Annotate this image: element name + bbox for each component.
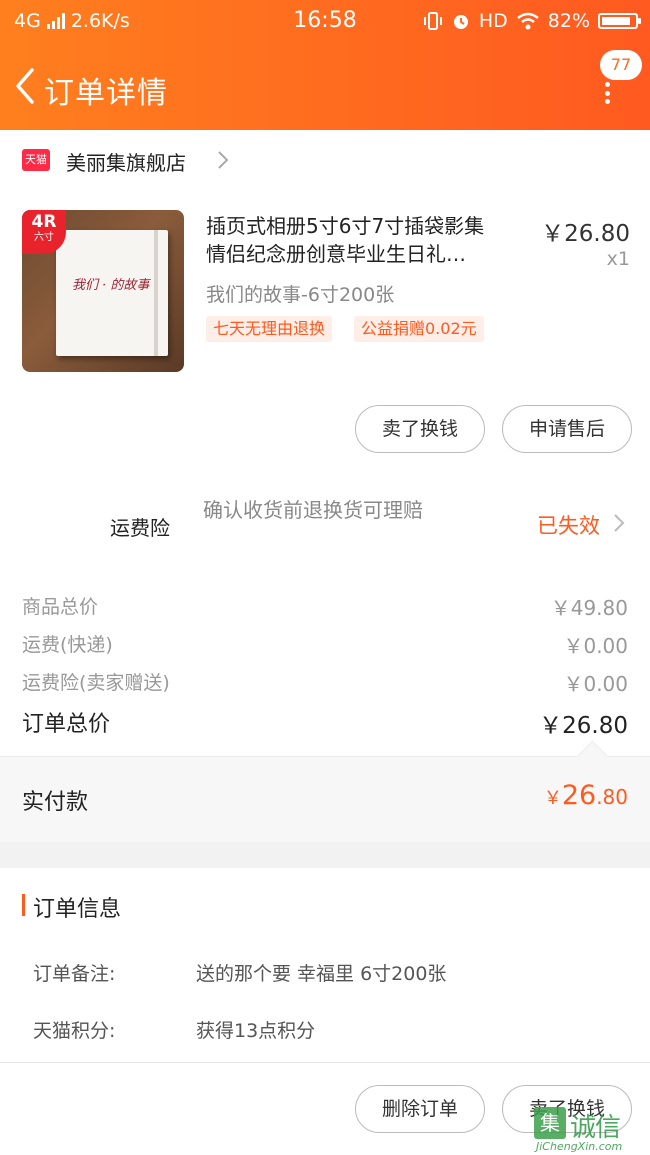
album-spine — [154, 230, 158, 356]
size-badge-main: 4R — [31, 212, 57, 232]
site-watermark: 集 诚信 JiChengXin.com — [532, 1105, 650, 1155]
chevron-right-icon[interactable] — [612, 513, 626, 533]
message-count-badge[interactable]: 77 — [600, 50, 642, 80]
freight-insurance-status[interactable]: 已失效 — [537, 510, 600, 540]
shipping-fee-label: 运费(快递) — [22, 634, 113, 656]
payment-integer: 26 — [561, 780, 597, 811]
hd-label: HD — [478, 10, 508, 32]
battery-icon — [598, 13, 641, 29]
album-cover-text: 我们 · 的故事 — [72, 278, 150, 293]
shipping-insurance-value: ￥0.00 — [563, 672, 628, 696]
wifi-icon — [516, 12, 539, 30]
order-total-value: ￥26.80 — [539, 713, 628, 739]
watermark-en: JiChengXin.com — [536, 1140, 623, 1153]
order-info-title: 订单信息 — [33, 897, 122, 922]
product-title-line2: 情侣纪念册创意毕业生日礼… — [206, 242, 466, 266]
payment-decimal: .80 — [596, 785, 628, 809]
return-policy-tag: 七天无理由退换 — [206, 316, 333, 342]
after-sale-button[interactable]: 申请售后 — [502, 405, 632, 453]
shipping-insurance-label: 运费险(卖家赠送) — [22, 672, 170, 694]
sell-for-cash-button[interactable]: 卖了换钱 — [355, 405, 485, 453]
shipping-fee-value: ￥0.00 — [563, 634, 628, 658]
product-title-line1: 插页式相册5寸6寸7寸插袋影集 — [206, 214, 485, 238]
size-badge-sub: 六寸 — [34, 232, 54, 243]
order-total-label: 订单总价 — [22, 712, 111, 737]
actual-payment-label: 实付款 — [22, 790, 89, 815]
product-title[interactable]: 插页式相册5寸6寸7寸插袋影集 情侣纪念册创意毕业生日礼… — [206, 212, 532, 268]
status-right: HD 82% — [423, 10, 641, 32]
section-accent-bar — [22, 894, 25, 916]
watermark-cn: 诚信 — [570, 1113, 621, 1143]
delete-order-button[interactable]: 删除订单 — [355, 1085, 485, 1133]
tmall-icon: 天猫 — [22, 149, 50, 171]
bottom-bar-divider — [0, 1062, 650, 1063]
product-price: ￥26.80 — [541, 221, 630, 247]
order-remark-label: 订单备注: — [33, 963, 116, 985]
alarm-icon — [453, 15, 468, 29]
page-title: 订单详情 — [44, 76, 168, 111]
payment-currency: ￥ — [543, 788, 562, 809]
order-remark-value: 送的那个要 幸福里 6寸200张 — [196, 963, 447, 985]
back-arrow-icon[interactable] — [10, 64, 38, 108]
freight-insurance-label: 运费险 — [110, 516, 170, 540]
product-image[interactable]: 我们 · 的故事 4R 六寸 — [22, 210, 184, 372]
actual-payment-value: ￥26.80 — [544, 780, 628, 811]
product-sku: 我们的故事-6寸200张 — [206, 284, 395, 306]
tmall-points-label: 天猫积分: — [33, 1020, 116, 1042]
store-row[interactable]: 天猫 美丽集旗舰店 — [0, 130, 650, 190]
more-menu-icon[interactable] — [602, 82, 612, 104]
freight-insurance-desc: 确认收货前退换货可理赔 — [203, 498, 423, 522]
section-divider — [0, 842, 650, 868]
battery-percent: 82% — [547, 10, 590, 32]
store-name[interactable]: 美丽集旗舰店 — [66, 147, 186, 176]
album-cover: 我们 · 的故事 — [56, 230, 168, 356]
charity-tag: 公益捐赠0.02元 — [354, 316, 484, 342]
watermark-logo: 集 — [534, 1107, 566, 1139]
tmall-points-value: 获得13点积分 — [196, 1020, 316, 1042]
vibrate-icon — [423, 12, 442, 30]
chevron-right-icon — [218, 151, 229, 169]
product-quantity: x1 — [606, 248, 630, 270]
goods-total-value: ￥49.80 — [550, 596, 628, 620]
app-header: 4G 2.6K/s 16:58 HD 82% 订单详情 77 — [0, 0, 650, 130]
size-badge: 4R 六寸 — [22, 210, 66, 254]
goods-total-label: 商品总价 — [22, 596, 99, 618]
